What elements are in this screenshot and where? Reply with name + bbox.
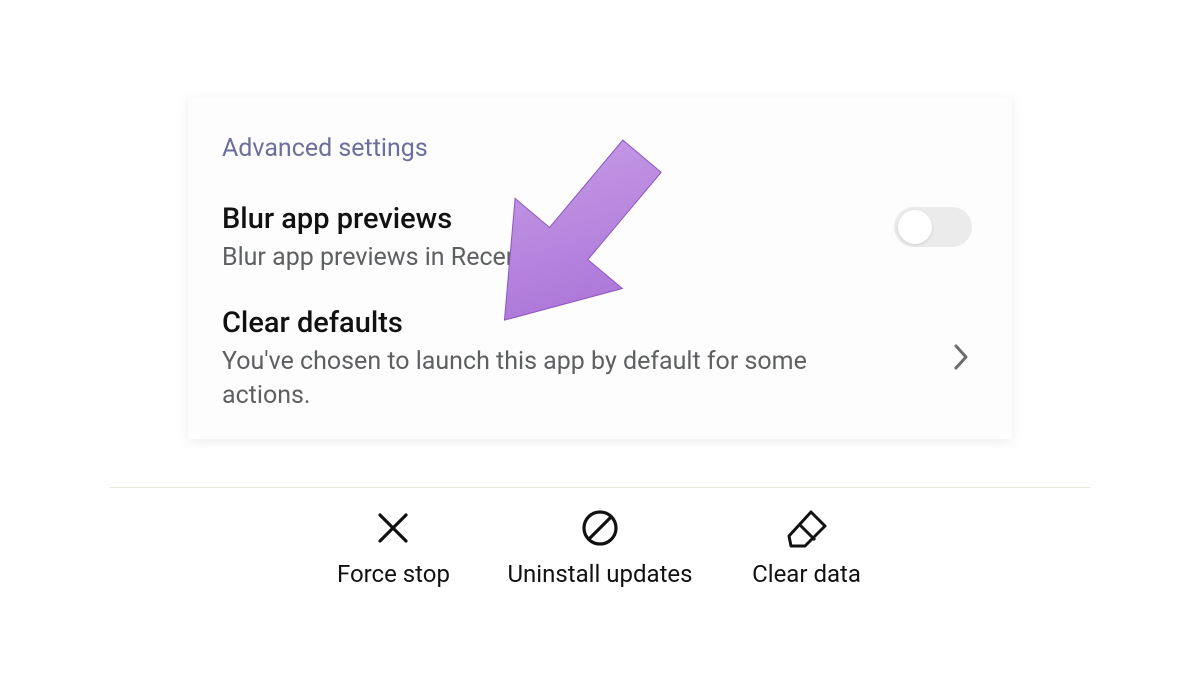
clear-data-label: Clear data — [752, 560, 861, 588]
clear-defaults-title: Clear defaults — [222, 305, 978, 341]
section-header: Advanced settings — [222, 134, 978, 163]
settings-panel: Advanced settings Blur app previews Blur… — [188, 98, 1012, 439]
chevron-right-icon — [952, 342, 970, 376]
blur-previews-title: Blur app previews — [222, 201, 978, 237]
force-stop-label: Force stop — [337, 560, 450, 588]
action-bar: Force stop Uninstall updates Clear data — [188, 506, 1012, 588]
blur-previews-toggle[interactable] — [894, 207, 972, 247]
blur-app-previews-row[interactable]: Blur app previews Blur app previews in R… — [222, 201, 978, 275]
divider — [110, 487, 1090, 488]
force-stop-button[interactable]: Force stop — [313, 506, 473, 588]
clear-data-button[interactable]: Clear data — [727, 506, 887, 588]
close-icon — [371, 506, 415, 550]
blur-previews-subtitle: Blur app previews in Recents — [222, 241, 862, 275]
clear-defaults-subtitle: You've chosen to launch this app by defa… — [222, 345, 862, 413]
prohibit-icon — [578, 506, 622, 550]
toggle-knob — [898, 210, 932, 244]
clear-defaults-row[interactable]: Clear defaults You've chosen to launch t… — [222, 305, 978, 413]
uninstall-updates-label: Uninstall updates — [507, 560, 692, 588]
uninstall-updates-button[interactable]: Uninstall updates — [507, 506, 692, 588]
eraser-icon — [785, 506, 829, 550]
